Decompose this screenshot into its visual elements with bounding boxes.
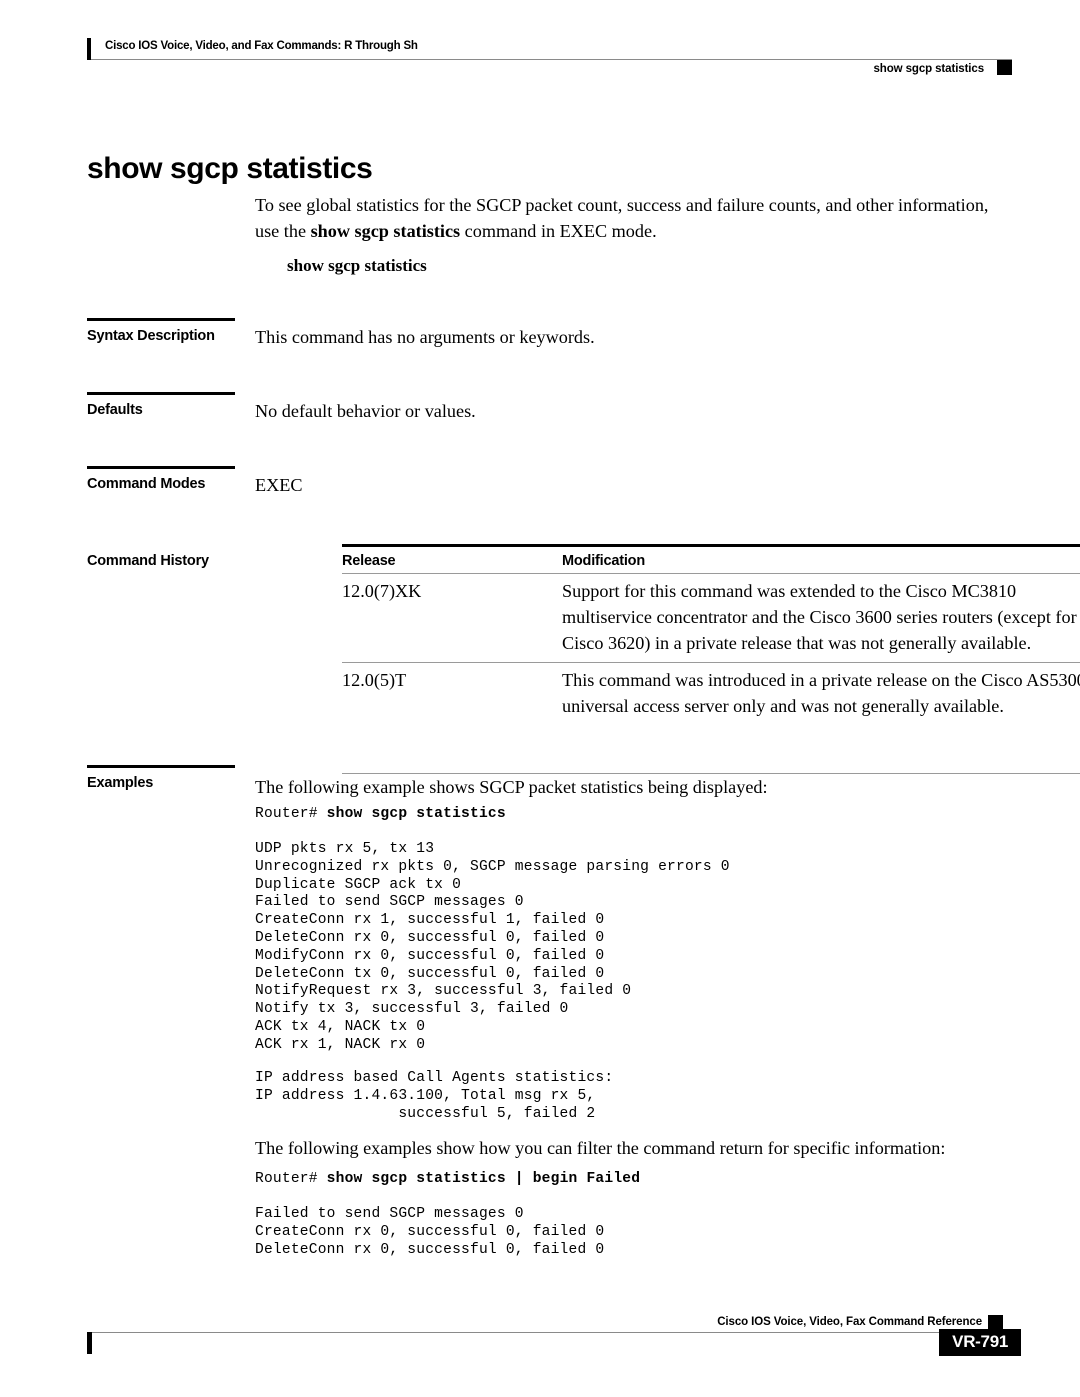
footer-marker-square-icon <box>988 1315 1003 1330</box>
section-rule <box>87 392 235 395</box>
intro-text-after: command in EXEC mode. <box>460 221 657 241</box>
footer-change-bar <box>87 1332 92 1354</box>
example-output-3: Failed to send SGCP messages 0 CreateCon… <box>255 1206 605 1258</box>
section-rule <box>87 765 235 768</box>
table-cell-release: 12.0(7)XK <box>342 580 422 601</box>
header-command-name: show sgcp statistics <box>873 63 985 75</box>
header-chapter-title: Cisco IOS Voice, Video, and Fax Commands… <box>105 40 418 52</box>
example-command-text-2: show sgcp statistics | begin Failed <box>326 1171 641 1187</box>
section-body-defaults: No default behavior or values. <box>255 401 476 421</box>
intro-command-bold: show sgcp statistics <box>310 221 461 241</box>
command-history-table: Release Modification 12.0(7)XK Support f… <box>342 544 1080 774</box>
table-row: 12.0(5)T This command was introduced in … <box>342 663 1080 725</box>
page-title: show sgcp statistics <box>87 152 373 186</box>
table-spacer <box>342 725 1080 773</box>
section-label-defaults: Defaults <box>87 402 143 418</box>
section-body-syntax-description: This command has no arguments or keyword… <box>255 327 595 347</box>
examples-intro-1: The following example shows SGCP packet … <box>255 777 768 797</box>
section-label-examples: Examples <box>87 775 154 791</box>
example-output-2: IP address based Call Agents statistics:… <box>255 1070 614 1122</box>
section-label-command-history: Command History <box>87 553 209 569</box>
header-change-bar <box>87 38 91 60</box>
table-cell-release: 12.0(5)T <box>342 669 407 690</box>
table-col-header-release: Release <box>342 552 396 569</box>
section-body-command-modes: EXEC <box>255 475 303 495</box>
footer-book-title: Cisco IOS Voice, Video, Fax Command Refe… <box>717 1316 982 1328</box>
example-command-2: Router# show sgcp statistics | begin Fai… <box>255 1171 640 1189</box>
section-rule <box>87 466 235 469</box>
example-command-1: Router# show sgcp statistics <box>255 806 506 824</box>
router-prompt: Router# <box>255 1171 327 1187</box>
router-prompt: Router# <box>255 806 327 822</box>
table-header-row: Release Modification <box>342 547 1080 573</box>
header-divider <box>91 59 1012 60</box>
examples-intro-2: The following examples show how you can … <box>255 1138 946 1158</box>
command-syntax: show sgcp statistics <box>287 256 427 275</box>
footer-divider <box>91 1332 1008 1333</box>
header-marker-square-icon <box>997 60 1012 75</box>
page-number-badge: VR-791 <box>939 1329 1021 1356</box>
example-output-1: UDP pkts rx 5, tx 13 Unrecognized rx pkt… <box>255 841 730 1053</box>
table-col-header-modification: Modification <box>562 552 645 569</box>
section-rule <box>87 318 235 321</box>
table-cell-modification: This command was introduced in a private… <box>562 669 1080 716</box>
section-label-command-modes: Command Modes <box>87 476 206 492</box>
example-command-text-1: show sgcp statistics <box>326 806 506 822</box>
table-row: 12.0(7)XK Support for this command was e… <box>342 574 1080 662</box>
page-header: Cisco IOS Voice, Video, and Fax Commands… <box>87 38 1012 82</box>
page-footer: Cisco IOS Voice, Video, Fax Command Refe… <box>87 1314 1021 1374</box>
table-cell-modification: Support for this command was extended to… <box>562 580 1080 653</box>
command-description: To see global statistics for the SGCP pa… <box>255 192 1017 244</box>
section-label-syntax-description: Syntax Description <box>87 328 215 344</box>
